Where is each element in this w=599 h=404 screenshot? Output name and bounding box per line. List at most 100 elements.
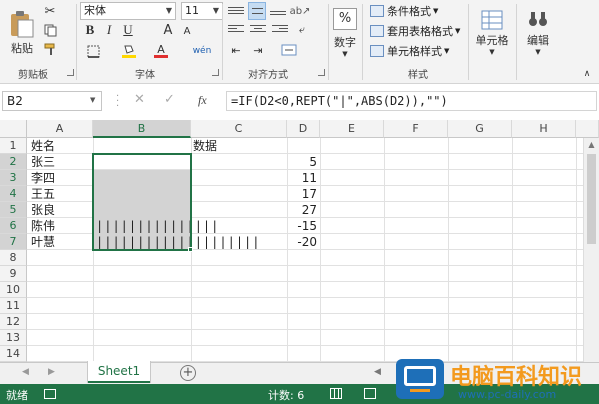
column-header-d[interactable]: D bbox=[287, 120, 320, 138]
conditional-format-button[interactable]: 条件格式 ▼ bbox=[370, 2, 438, 20]
add-sheet-button[interactable]: + bbox=[180, 365, 196, 381]
align-center-button[interactable] bbox=[250, 23, 266, 37]
underline-button[interactable]: U bbox=[120, 22, 136, 38]
cell-d4[interactable]: 17 bbox=[287, 186, 317, 202]
scroll-thumb[interactable] bbox=[587, 154, 596, 244]
orientation-button[interactable]: ab↗ bbox=[290, 4, 311, 18]
insert-function-icon[interactable]: fx bbox=[198, 93, 207, 108]
cancel-icon[interactable]: ✕ bbox=[134, 92, 145, 107]
increase-indent-button[interactable]: ⇥ bbox=[250, 43, 266, 57]
cells-button[interactable]: 单元格 ▼ bbox=[472, 4, 512, 62]
row-header[interactable]: 2 bbox=[0, 154, 27, 170]
vertical-scrollbar[interactable]: ▲ bbox=[583, 138, 599, 362]
column-header-b[interactable]: B bbox=[93, 120, 191, 138]
normal-view-icon[interactable] bbox=[330, 388, 342, 399]
cell-d7[interactable]: -20 bbox=[287, 234, 317, 250]
selection-border bbox=[92, 153, 192, 251]
clipboard-launcher-icon[interactable] bbox=[67, 69, 74, 76]
macro-record-icon[interactable] bbox=[44, 389, 56, 399]
cell-d3[interactable]: 11 bbox=[287, 170, 317, 186]
cell-a4[interactable]: 王五 bbox=[31, 186, 55, 202]
copy-icon[interactable] bbox=[42, 22, 58, 38]
bold-button[interactable]: B bbox=[82, 22, 98, 38]
column-header-c[interactable]: C bbox=[191, 120, 287, 138]
grow-font-button[interactable]: A bbox=[160, 22, 176, 38]
wrap-text-button[interactable]: ⤶ bbox=[294, 23, 310, 37]
worksheet-grid[interactable]: A B C D E F G H 1 2 3 4 5 6 7 8 9 10 11 … bbox=[0, 120, 599, 362]
formula-input[interactable]: =IF(D2<0,REPT("|",ABS(D2)),"") bbox=[226, 91, 597, 111]
font-name-combo[interactable]: 宋体 ▼ bbox=[80, 2, 176, 20]
row-header[interactable]: 6 bbox=[0, 218, 27, 234]
enter-icon[interactable]: ✓ bbox=[164, 92, 175, 107]
cell-d5[interactable]: 27 bbox=[287, 202, 317, 218]
row-header[interactable]: 11 bbox=[0, 298, 27, 314]
font-size-combo[interactable]: 11 ▼ bbox=[181, 2, 223, 20]
borders-button[interactable] bbox=[82, 43, 104, 59]
table-format-button[interactable]: 套用表格格式 ▼ bbox=[370, 22, 460, 40]
column-header-e[interactable]: E bbox=[320, 120, 384, 138]
row-header[interactable]: 8 bbox=[0, 250, 27, 266]
paste-label: 粘贴 bbox=[11, 42, 33, 55]
align-left-button[interactable] bbox=[228, 23, 244, 37]
format-painter-icon[interactable] bbox=[42, 41, 58, 57]
column-header-g[interactable]: G bbox=[448, 120, 512, 138]
editing-button[interactable]: 编辑 ▼ bbox=[518, 4, 558, 62]
table-format-label: 套用表格格式 bbox=[387, 25, 453, 38]
cell-a7[interactable]: 叶慧 bbox=[31, 234, 55, 250]
row-header[interactable]: 1 bbox=[0, 138, 27, 154]
cell-c1[interactable]: 数据 bbox=[193, 138, 217, 154]
collapse-ribbon-icon[interactable]: ∧ bbox=[580, 68, 594, 80]
column-header-h[interactable]: H bbox=[512, 120, 576, 138]
scroll-up-icon[interactable]: ▲ bbox=[584, 138, 599, 152]
phonetic-button[interactable]: wén bbox=[190, 43, 214, 59]
vertical-dots-icon: · · · bbox=[116, 91, 120, 112]
row-header[interactable]: 4 bbox=[0, 186, 27, 202]
decrease-indent-button[interactable]: ⇤ bbox=[228, 43, 244, 57]
cut-icon[interactable]: ✂ bbox=[42, 3, 58, 19]
watermark-logo-icon bbox=[396, 359, 444, 399]
row-header[interactable]: 12 bbox=[0, 314, 27, 330]
select-all-corner[interactable] bbox=[0, 120, 27, 138]
fill-handle[interactable] bbox=[188, 247, 193, 252]
row-header[interactable]: 9 bbox=[0, 266, 27, 282]
tab-sheet1[interactable]: Sheet1 bbox=[88, 361, 150, 383]
row-header[interactable]: 13 bbox=[0, 330, 27, 346]
cell-styles-button[interactable]: 单元格样式 ▼ bbox=[370, 42, 449, 60]
row-header[interactable]: 5 bbox=[0, 202, 27, 218]
watermark-url: www.pc-daily.com bbox=[458, 388, 557, 401]
cell-a3[interactable]: 李四 bbox=[31, 170, 55, 186]
font-color-button[interactable]: A bbox=[150, 42, 172, 60]
horizontal-scroll-left-icon[interactable]: ◀ bbox=[374, 367, 381, 377]
row-header[interactable]: 3 bbox=[0, 170, 27, 186]
row-header[interactable]: 7 bbox=[0, 234, 27, 250]
align-middle-button[interactable] bbox=[248, 2, 266, 20]
merge-center-button[interactable] bbox=[278, 43, 300, 57]
align-right-button[interactable] bbox=[272, 23, 288, 37]
page-layout-icon[interactable] bbox=[364, 388, 376, 399]
name-box-dropdown-icon[interactable]: ▼ bbox=[90, 96, 95, 104]
cell-a5[interactable]: 张良 bbox=[31, 202, 55, 218]
row-header[interactable]: 10 bbox=[0, 282, 27, 298]
cell-a2[interactable]: 张三 bbox=[31, 154, 55, 170]
cell-d6[interactable]: -15 bbox=[287, 218, 317, 234]
row-header[interactable]: 14 bbox=[0, 346, 27, 362]
alignment-launcher-icon[interactable] bbox=[318, 69, 325, 76]
tab-scroll-right-icon[interactable]: ▶ bbox=[48, 367, 55, 377]
cell-d2[interactable]: 5 bbox=[287, 154, 317, 170]
shrink-font-button[interactable]: A bbox=[180, 24, 194, 38]
fill-color-button[interactable] bbox=[118, 42, 140, 60]
name-box[interactable]: B2 bbox=[2, 91, 102, 111]
cell-a1[interactable]: 姓名 bbox=[31, 138, 55, 154]
font-launcher-icon[interactable] bbox=[212, 69, 219, 76]
align-bottom-button[interactable] bbox=[270, 4, 286, 18]
chevron-down-icon: ▼ bbox=[433, 7, 439, 15]
paste-button[interactable]: 粘贴 bbox=[4, 4, 40, 62]
cell-a6[interactable]: 陈伟 bbox=[31, 218, 55, 234]
column-header-a[interactable]: A bbox=[27, 120, 93, 138]
number-format-button[interactable]: % 数字 ▼ bbox=[332, 4, 358, 62]
align-top-button[interactable] bbox=[228, 4, 244, 18]
italic-button[interactable]: I bbox=[101, 22, 117, 38]
tab-scroll-left-icon[interactable]: ◀ bbox=[22, 367, 29, 377]
column-header-f[interactable]: F bbox=[384, 120, 448, 138]
chevron-down-icon: ▼ bbox=[455, 27, 461, 35]
